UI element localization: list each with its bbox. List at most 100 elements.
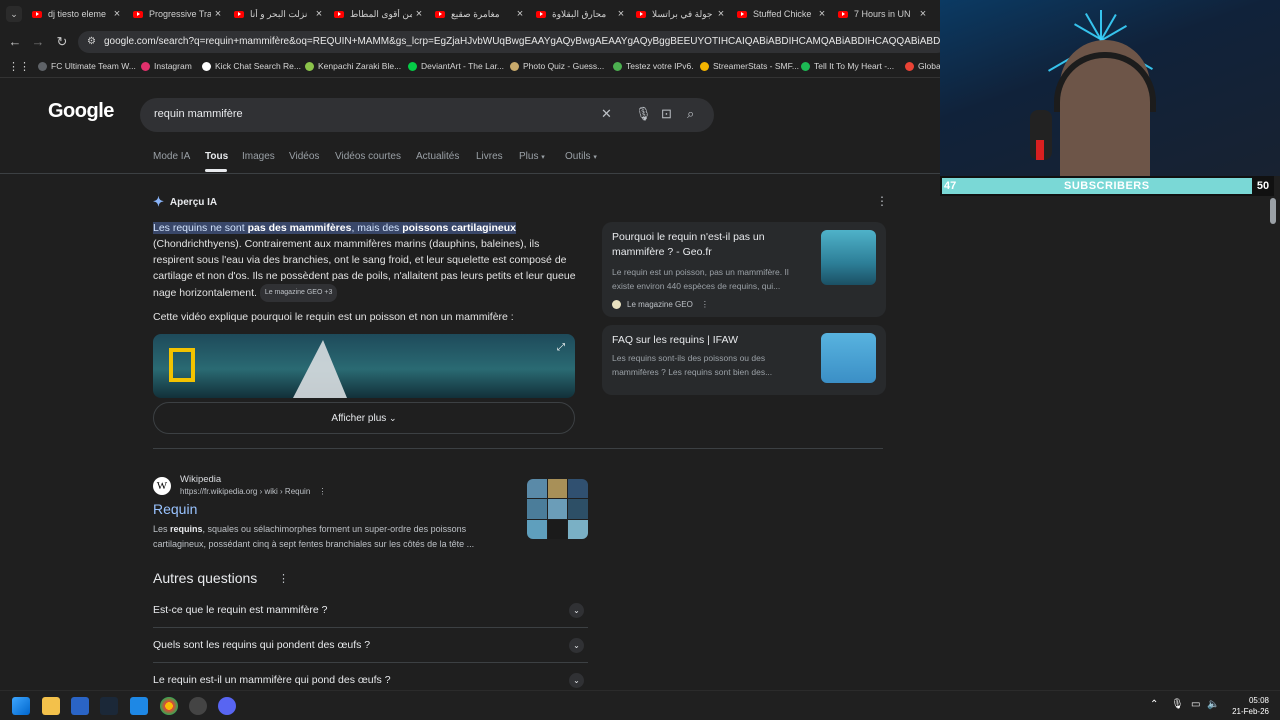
chrome-icon[interactable]: [160, 697, 178, 715]
tab-news[interactable]: Actualités: [416, 151, 459, 162]
app-icon[interactable]: [130, 697, 148, 715]
tab-mode-ia[interactable]: Mode IA: [153, 151, 190, 162]
microphone-icon[interactable]: 🎙: [635, 106, 652, 122]
site-info-icon[interactable]: ⚙: [87, 36, 96, 47]
source-chip-label: Le magazine GEO +3: [264, 289, 333, 296]
taskbar: ⌃ 🎙 ▭ 🔈 05:08 21-Feb-26: [0, 690, 1280, 720]
bookmark-item[interactable]: Photo Quiz - Guess...: [510, 61, 604, 71]
source-chip[interactable]: Le magazine GEO +3: [259, 284, 338, 302]
tray-chevron-icon[interactable]: ⌃: [1150, 699, 1158, 710]
paa-question[interactable]: Est-ce que le requin est mammifère ? ⌄: [153, 593, 588, 628]
close-tab-icon[interactable]: ×: [916, 8, 930, 20]
close-tab-icon[interactable]: ×: [312, 8, 326, 20]
bookmarks-bar: ⋮⋮ FC Ultimate Team W... Instagram Kick Ch…: [0, 56, 941, 78]
result-image-grid[interactable]: [527, 479, 588, 539]
close-tab-icon[interactable]: ×: [714, 8, 728, 20]
bookmark-item[interactable]: StreamerStats - SMF...: [700, 61, 799, 71]
close-tab-icon[interactable]: ×: [513, 8, 527, 20]
geo-favicon-icon: [612, 300, 621, 309]
reload-button[interactable]: ↻: [54, 34, 70, 50]
apps-icon[interactable]: ⋮⋮: [8, 60, 30, 73]
result-url[interactable]: https://fr.wikipedia.org › wiki › Requin…: [180, 487, 327, 496]
volume-icon[interactable]: 🔈: [1207, 699, 1219, 710]
tab-images[interactable]: Images: [242, 151, 275, 162]
bookmark-item[interactable]: DeviantArt - The Lar...: [408, 61, 504, 71]
clear-icon[interactable]: ✕: [601, 106, 612, 122]
close-tab-icon[interactable]: ×: [211, 8, 225, 20]
paa-question-text: Est-ce que le requin est mammifère ?: [153, 604, 328, 616]
search-icon[interactable]: ⌕: [687, 106, 694, 122]
bookmark-label: Kenpachi Zaraki Ble...: [318, 61, 402, 71]
chevron-down-icon[interactable]: ⌄: [569, 603, 584, 618]
source-card-geo[interactable]: Pourquoi le requin n'est-il pas un mammi…: [602, 222, 886, 317]
paa-question[interactable]: Quels sont les requins qui pondent des œ…: [153, 628, 588, 663]
bookmark-item[interactable]: Kick Chat Search Re...: [202, 61, 301, 71]
more-options-icon[interactable]: ⋮: [319, 487, 327, 496]
lens-icon[interactable]: ⊡: [661, 106, 672, 122]
more-options-icon[interactable]: ⋮: [876, 194, 888, 208]
search-box[interactable]: requin mammifère ✕ 🎙 ⊡ ⌕: [140, 98, 714, 132]
close-tab-icon[interactable]: ×: [412, 8, 426, 20]
bookmark-item[interactable]: Instagram: [141, 61, 192, 71]
bookmark-item[interactable]: Kenpachi Zaraki Ble...: [305, 61, 401, 71]
caret-down-icon: ▾: [593, 154, 597, 161]
steam-icon[interactable]: [100, 697, 118, 715]
close-tab-icon[interactable]: ×: [614, 8, 628, 20]
mic-tray-icon[interactable]: 🎙: [1171, 699, 1184, 710]
outlook-icon[interactable]: [71, 697, 89, 715]
bookmark-item[interactable]: Tell It To My Heart -...: [801, 61, 894, 71]
tab-books[interactable]: Livres: [476, 151, 503, 162]
video-thumbnail[interactable]: ⤢: [153, 334, 575, 398]
search-query[interactable]: requin mammifère: [154, 108, 243, 120]
browser-tab[interactable]: محارق البقلاوة ×: [536, 4, 628, 24]
system-clock[interactable]: 05:08 21-Feb-26: [1229, 695, 1269, 717]
forward-button[interactable]: →: [30, 34, 46, 49]
card-title[interactable]: Pourquoi le requin n'est-il pas un mammi…: [612, 230, 802, 260]
browser-tab[interactable]: نزلت البحر و أنا ×: [234, 4, 326, 24]
result-title-link[interactable]: Requin: [153, 501, 197, 517]
paa-question[interactable]: Le requin est-il un mammifère qui pond d…: [153, 663, 588, 690]
source-card-ifaw[interactable]: FAQ sur les requins | IFAW Les requins s…: [602, 325, 886, 395]
tab-title: Stuffed Chicke: [753, 9, 812, 19]
browser-tab[interactable]: 7 Hours in UN ×: [838, 4, 930, 24]
chevron-down-icon[interactable]: ⌄: [569, 638, 584, 653]
bookmark-label: Instagram: [154, 61, 192, 71]
network-icon[interactable]: ▭: [1191, 699, 1200, 710]
more-options-icon[interactable]: ⋮: [701, 300, 709, 309]
browser-tab[interactable]: dj tiesto eleme ×: [32, 4, 124, 24]
tab-tools[interactable]: Outils ▾: [565, 151, 597, 162]
tab-more[interactable]: Plus ▾: [519, 151, 545, 162]
bookmark-item[interactable]: Globa: [905, 61, 941, 71]
close-tab-icon[interactable]: ×: [110, 8, 124, 20]
show-more-button[interactable]: Afficher plus ⌄: [153, 402, 575, 434]
browser-tab[interactable]: Stuffed Chicke ×: [737, 4, 829, 24]
tab-list-dropdown[interactable]: ⌄: [6, 6, 22, 22]
obs-icon[interactable]: [189, 697, 207, 715]
bookmark-item[interactable]: FC Ultimate Team W...: [38, 61, 136, 71]
tab-short-videos[interactable]: Vidéos courtes: [335, 151, 401, 162]
search-results-page: Google requin mammifère ✕ 🎙 ⊡ ⌕ Mode IA …: [0, 78, 940, 690]
more-options-icon[interactable]: ⋮: [278, 572, 289, 585]
result-site-name[interactable]: Wikipedia: [180, 474, 221, 485]
windows-start-icon[interactable]: [12, 697, 30, 715]
tab-tous[interactable]: Tous: [205, 151, 228, 162]
youtube-icon: [636, 10, 646, 18]
bookmark-favicon-icon: [202, 61, 211, 71]
tab-videos[interactable]: Vidéos: [289, 151, 319, 162]
google-logo[interactable]: Google: [48, 100, 114, 123]
expand-icon[interactable]: ⤢: [557, 342, 565, 353]
browser-tab[interactable]: مغامرة صقيع ×: [435, 4, 527, 24]
close-tab-icon[interactable]: ×: [815, 8, 829, 20]
file-explorer-icon[interactable]: [42, 697, 60, 715]
bookmark-item[interactable]: Testez votre IPv6.: [613, 61, 694, 71]
card-title[interactable]: FAQ sur les requins | IFAW: [612, 333, 802, 348]
browser-tab[interactable]: جولة في براتسلا ×: [636, 4, 728, 24]
page-scrollbar[interactable]: [1270, 198, 1276, 224]
browser-tab[interactable]: Progressive Tra ×: [133, 4, 225, 24]
address-bar[interactable]: ⚙ google.com/search?q=requin+mammifère&o…: [78, 31, 948, 53]
card-source-label: Le magazine GEO: [627, 300, 693, 309]
chevron-down-icon[interactable]: ⌄: [569, 673, 584, 688]
discord-icon[interactable]: [218, 697, 236, 715]
browser-tab[interactable]: من أقوى المطاط ×: [334, 4, 426, 24]
back-button[interactable]: ←: [7, 34, 23, 49]
